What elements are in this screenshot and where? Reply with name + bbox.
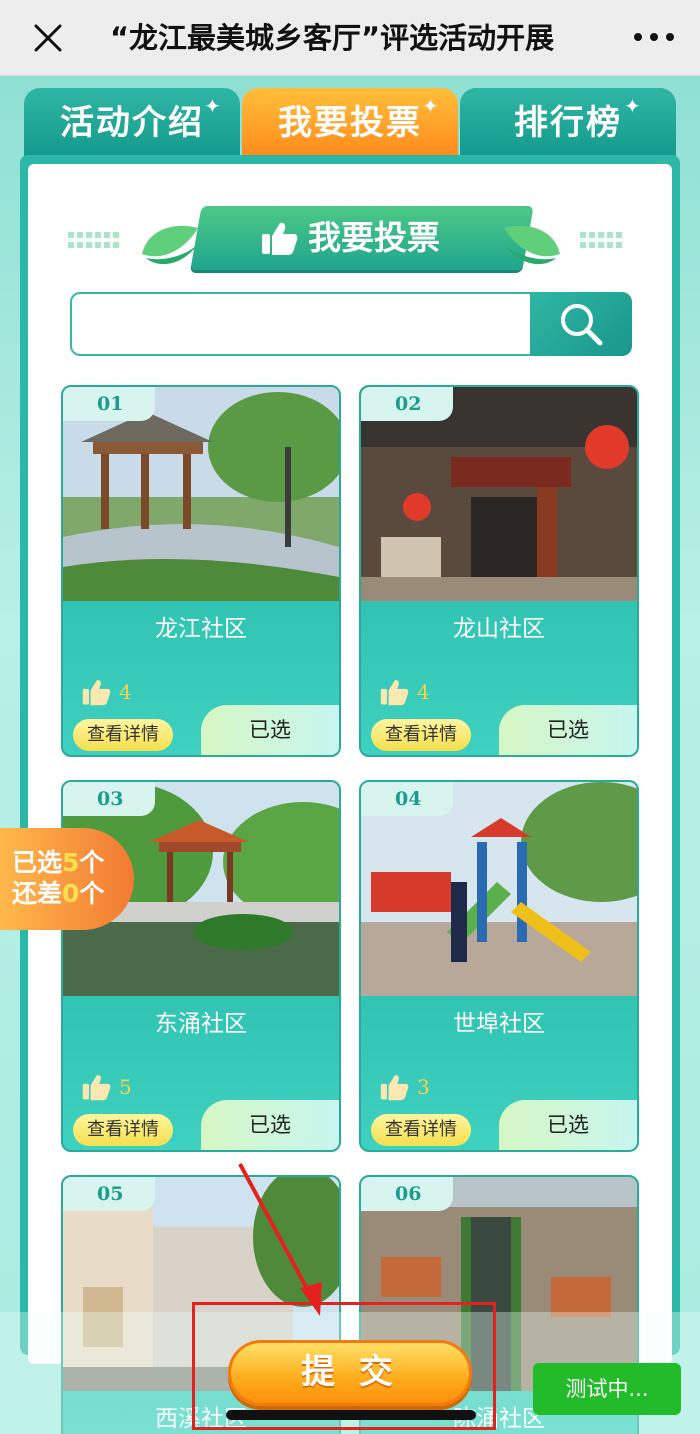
thumbs-up-icon	[82, 680, 111, 706]
selected-count-line: 已选5个	[12, 848, 105, 877]
like-count: 5	[81, 1072, 132, 1102]
decorative-dots-icon	[68, 232, 119, 248]
search-button[interactable]	[530, 292, 632, 356]
card-number: 05	[63, 1177, 155, 1211]
section-title: 我要投票	[260, 208, 480, 268]
like-count: 3	[379, 1072, 430, 1102]
arrow-annotation-icon	[238, 1163, 322, 1316]
thumbs-up-icon	[262, 222, 298, 255]
selected-button[interactable]: 已选	[201, 705, 339, 755]
close-icon[interactable]	[30, 20, 66, 56]
community-name: 世埠社区	[453, 1011, 545, 1037]
view-details-button[interactable]: 查看详情	[371, 719, 471, 751]
search-icon	[561, 304, 603, 346]
sparkle-icon: ✦	[422, 94, 441, 118]
home-indicator	[226, 1410, 476, 1420]
thumbs-up-icon	[380, 680, 409, 706]
community-card: 01 龙江社区 4 查看详情 已选	[61, 385, 341, 757]
card-number: 01	[63, 387, 155, 421]
view-details-button[interactable]: 查看详情	[73, 1114, 173, 1146]
decorative-dots-icon	[580, 232, 622, 248]
tab-vote[interactable]: 我要投票 ✦	[242, 88, 458, 158]
thumbs-up-icon	[82, 1075, 111, 1101]
remaining-count-line: 还差0个	[12, 879, 105, 908]
like-count-value: 4	[119, 680, 132, 704]
community-card: 04 世埠社区 3 查看详情 已选	[359, 780, 639, 1152]
selected-button[interactable]: 已选	[499, 705, 637, 755]
card-number: 06	[361, 1177, 453, 1211]
view-details-button[interactable]: 查看详情	[371, 1114, 471, 1146]
like-count-value: 3	[417, 1075, 430, 1099]
leaf-icon	[504, 225, 560, 265]
tab-ranking[interactable]: 排行榜 ✦	[460, 88, 676, 158]
tab-label: 排行榜	[514, 103, 622, 143]
tab-label: 活动介绍	[60, 103, 204, 143]
test-button[interactable]: 测试中...	[533, 1363, 681, 1415]
card-number: 04	[361, 782, 453, 816]
card-number: 03	[63, 782, 155, 816]
sparkle-icon: ✦	[204, 94, 223, 118]
community-card: 02 龙山社区 4 查看详情 已选	[359, 385, 639, 757]
selected-button[interactable]: 已选	[201, 1100, 339, 1150]
tab-intro[interactable]: 活动介绍 ✦	[24, 88, 240, 158]
thumbs-up-icon	[380, 1075, 409, 1101]
like-count: 4	[379, 677, 430, 707]
community-name: 龙江社区	[155, 616, 247, 642]
page-title: “龙江最美城乡客厅”评选活动开展	[110, 21, 555, 55]
search-input[interactable]	[84, 304, 514, 344]
community-name: 东涌社区	[155, 1011, 247, 1037]
selection-counter-badge: 已选5个 还差0个	[0, 828, 134, 930]
like-count: 4	[81, 677, 132, 707]
tab-label: 我要投票	[278, 103, 422, 143]
like-count-value: 4	[417, 680, 430, 704]
sparkle-icon: ✦	[624, 94, 643, 118]
selected-button[interactable]: 已选	[499, 1100, 637, 1150]
community-name: 龙山社区	[453, 616, 545, 642]
more-icon[interactable]	[626, 22, 682, 52]
section-title-text: 我要投票	[308, 218, 440, 257]
card-number: 02	[361, 387, 453, 421]
view-details-button[interactable]: 查看详情	[73, 719, 173, 751]
top-navigation-bar: “龙江最美城乡客厅”评选活动开展	[0, 0, 700, 76]
search-bar	[70, 292, 632, 356]
like-count-value: 5	[119, 1075, 132, 1099]
